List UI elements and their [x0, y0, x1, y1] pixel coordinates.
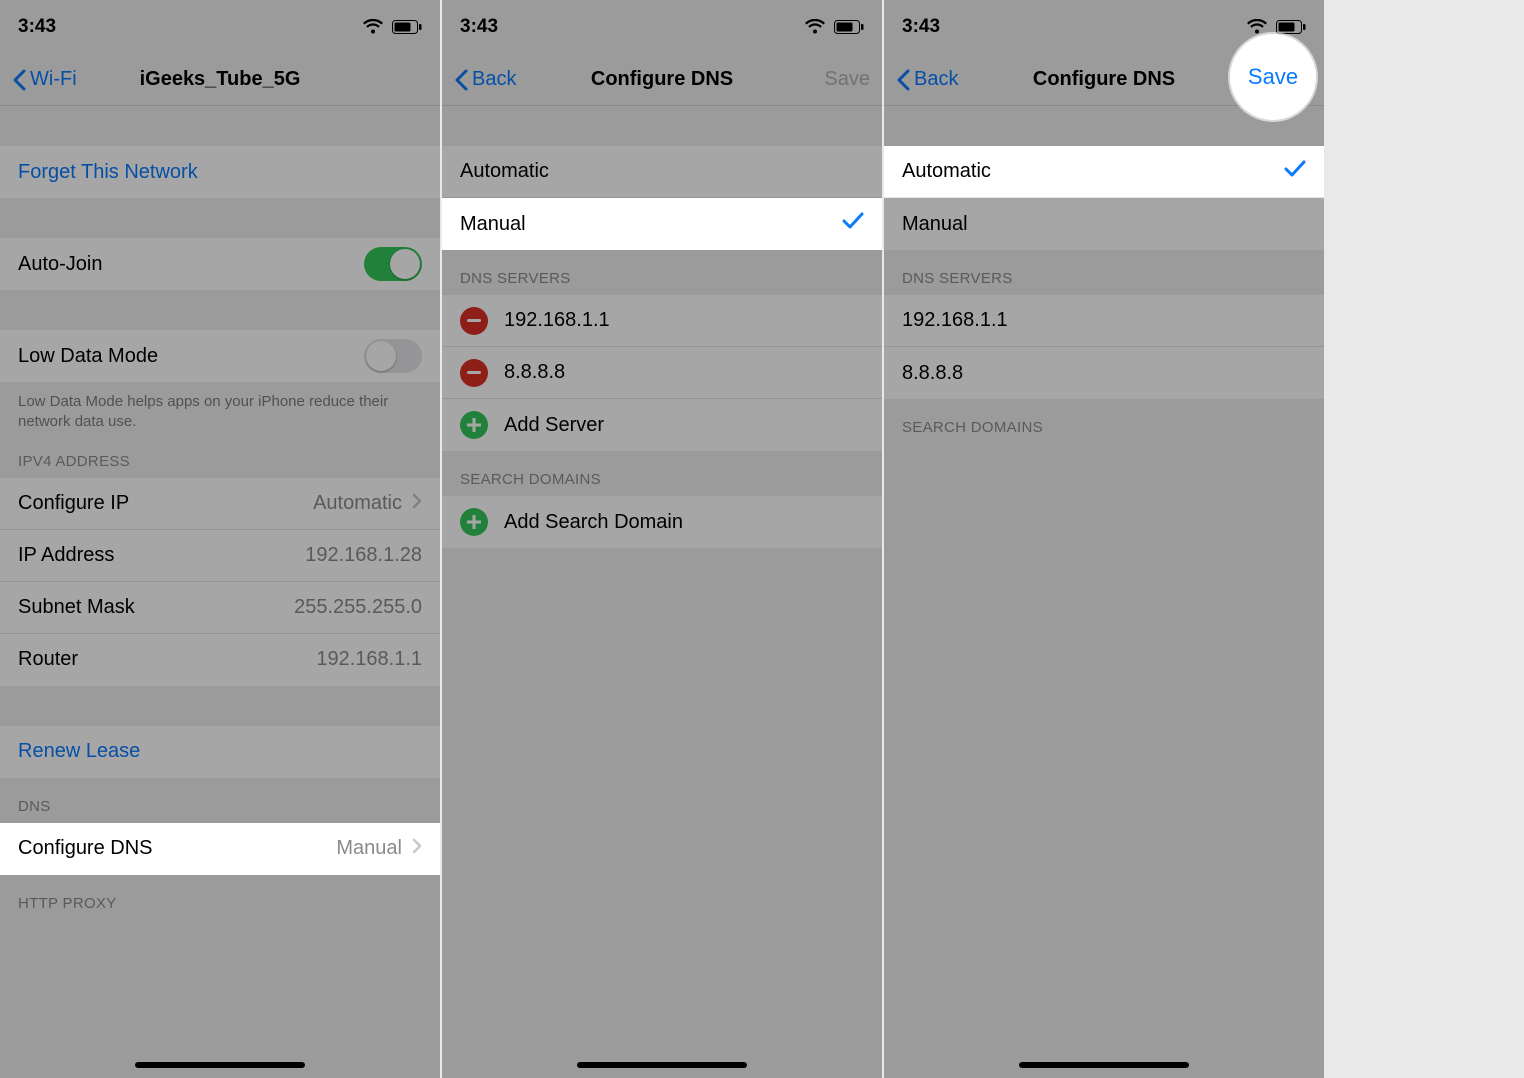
chevron-right-icon: [412, 492, 422, 515]
renew-label: Renew Lease: [18, 740, 140, 763]
configure-ip-value: Automatic: [313, 492, 402, 515]
home-indicator[interactable]: [1019, 1062, 1189, 1068]
back-button[interactable]: Back: [454, 68, 516, 91]
router-value: 192.168.1.1: [316, 648, 422, 671]
nav-bar: Back Configure DNS Save: [442, 54, 882, 106]
add-icon[interactable]: [460, 508, 488, 536]
subnet-value: 255.255.255.0: [294, 596, 422, 619]
subnet-row: Subnet Mask 255.255.255.0: [0, 582, 440, 634]
add-server-row[interactable]: Add Server: [442, 399, 882, 451]
remove-icon[interactable]: [460, 359, 488, 387]
panel-configure-dns-manual: 3:43 Back Configure DNS Save: [442, 0, 882, 1078]
wifi-icon: [1246, 19, 1268, 35]
save-label: Save: [824, 68, 870, 90]
wifi-icon: [804, 19, 826, 35]
add-icon[interactable]: [460, 411, 488, 439]
dns-mode-manual[interactable]: Manual: [442, 198, 882, 250]
renew-lease[interactable]: Renew Lease: [0, 726, 440, 778]
dns-server-row[interactable]: 8.8.8.8: [442, 347, 882, 399]
server-value: 8.8.8.8: [504, 361, 565, 384]
status-bar: 3:43: [0, 0, 440, 54]
configure-dns-label: Configure DNS: [18, 837, 336, 860]
configure-dns-value: Manual: [336, 837, 402, 860]
automatic-label: Automatic: [902, 160, 1284, 183]
chevron-left-icon: [12, 69, 26, 91]
search-domains-header: SEARCH DOMAINS: [442, 451, 882, 496]
add-search-domain-row[interactable]: Add Search Domain: [442, 496, 882, 548]
forget-label: Forget This Network: [18, 161, 198, 184]
dns-mode-automatic[interactable]: Automatic: [884, 146, 1324, 198]
back-button[interactable]: Back: [896, 68, 958, 91]
server-value: 192.168.1.1: [902, 309, 1008, 332]
save-highlight[interactable]: Save: [1230, 34, 1316, 120]
router-row: Router 192.168.1.1: [0, 634, 440, 686]
low-data-row[interactable]: Low Data Mode: [0, 330, 440, 382]
router-label: Router: [18, 648, 316, 671]
battery-icon: [392, 20, 422, 34]
check-icon: [1284, 160, 1306, 184]
low-data-label: Low Data Mode: [18, 345, 364, 368]
configure-ip-row[interactable]: Configure IP Automatic: [0, 478, 440, 530]
automatic-label: Automatic: [460, 160, 864, 183]
ip-value: 192.168.1.28: [305, 544, 422, 567]
nav-bar: Wi-Fi iGeeks_Tube_5G: [0, 54, 440, 106]
status-time: 3:43: [18, 16, 56, 38]
status-time: 3:43: [460, 16, 498, 38]
subnet-label: Subnet Mask: [18, 596, 294, 619]
ip-label: IP Address: [18, 544, 305, 567]
save-label: Save: [1248, 64, 1298, 90]
configure-ip-label: Configure IP: [18, 492, 313, 515]
dns-mode-manual[interactable]: Manual: [884, 198, 1324, 250]
chevron-left-icon: [454, 69, 468, 91]
back-label: Back: [914, 68, 958, 91]
battery-icon: [834, 20, 864, 34]
search-domains-header: SEARCH DOMAINS: [884, 399, 1324, 444]
wifi-icon: [362, 19, 384, 35]
panel-wifi-detail: 3:43 Wi-Fi iGeeks_Tube_5G Forget This Ne…: [0, 0, 440, 1078]
dns-header: DNS: [0, 778, 440, 823]
server-value: 192.168.1.1: [504, 309, 610, 332]
low-data-note: Low Data Mode helps apps on your iPhone …: [0, 382, 440, 433]
auto-join-row[interactable]: Auto-Join: [0, 238, 440, 290]
configure-dns-row[interactable]: Configure DNS Manual: [0, 823, 440, 875]
dns-mode-automatic[interactable]: Automatic: [442, 146, 882, 198]
manual-label: Manual: [460, 213, 842, 236]
add-server-label: Add Server: [504, 414, 604, 437]
check-icon: [842, 212, 864, 236]
panel-configure-dns-automatic: 3:43 Back Configure DNS Save Save: [884, 0, 1324, 1078]
dns-server-row[interactable]: 192.168.1.1: [442, 295, 882, 347]
battery-icon: [1276, 20, 1306, 34]
ip-row: IP Address 192.168.1.28: [0, 530, 440, 582]
forget-network[interactable]: Forget This Network: [0, 146, 440, 198]
dns-server-row: 8.8.8.8: [884, 347, 1324, 399]
save-button[interactable]: Save: [824, 68, 870, 91]
remove-icon[interactable]: [460, 307, 488, 335]
dns-servers-header: DNS SERVERS: [442, 250, 882, 295]
back-button[interactable]: Wi-Fi: [12, 68, 77, 91]
status-time: 3:43: [902, 16, 940, 38]
manual-label: Manual: [902, 213, 1306, 236]
home-indicator[interactable]: [135, 1062, 305, 1068]
chevron-right-icon: [412, 837, 422, 860]
auto-join-toggle[interactable]: [364, 247, 422, 281]
auto-join-label: Auto-Join: [18, 253, 364, 276]
ipv4-header: IPV4 ADDRESS: [0, 433, 440, 478]
status-bar: 3:43: [442, 0, 882, 54]
dns-servers-header: DNS SERVERS: [884, 250, 1324, 295]
back-label: Back: [472, 68, 516, 91]
home-indicator[interactable]: [577, 1062, 747, 1068]
chevron-left-icon: [896, 69, 910, 91]
http-proxy-header: HTTP PROXY: [0, 875, 440, 920]
dns-server-row: 192.168.1.1: [884, 295, 1324, 347]
server-value: 8.8.8.8: [902, 362, 963, 385]
add-domain-label: Add Search Domain: [504, 511, 683, 534]
back-label: Wi-Fi: [30, 68, 77, 91]
low-data-toggle[interactable]: [364, 339, 422, 373]
